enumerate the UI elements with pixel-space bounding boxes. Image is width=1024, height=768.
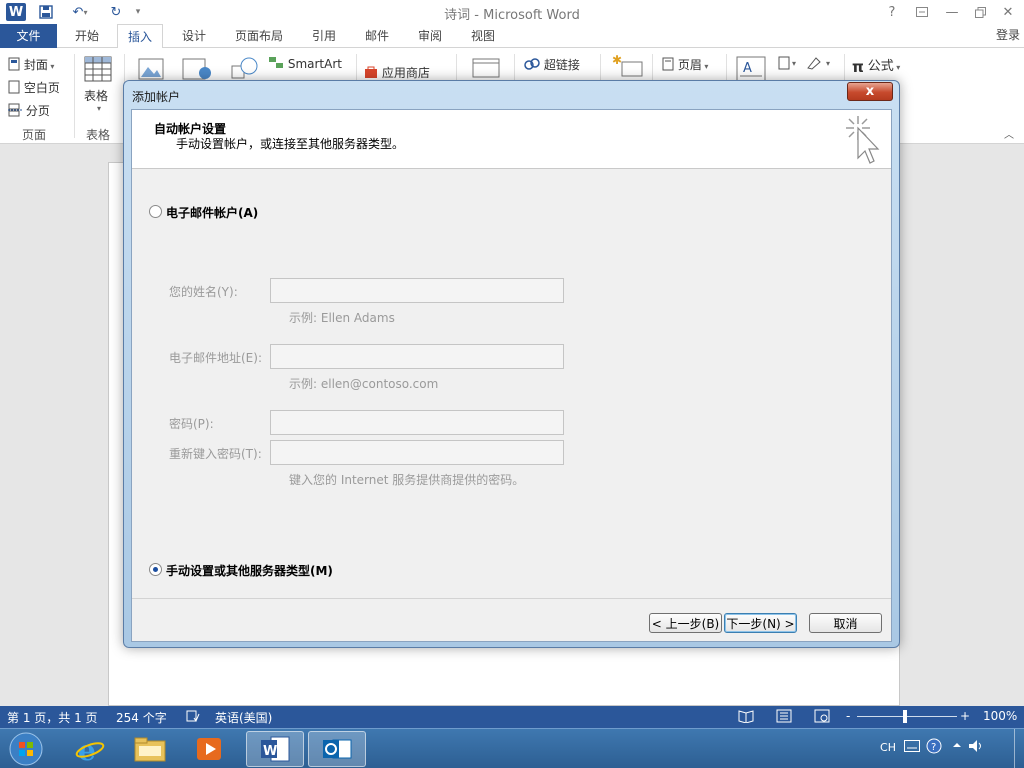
- word-count[interactable]: 254 个字: [116, 709, 167, 726]
- page-break-button[interactable]: 分页: [8, 102, 50, 120]
- language-indicator[interactable]: 英语(美国): [215, 709, 272, 726]
- page-count[interactable]: 第 1 页，共 1 页: [7, 709, 98, 726]
- svg-text:▾: ▾: [792, 59, 796, 68]
- smartart-icon: [268, 56, 284, 73]
- signature-line-icon[interactable]: ▾: [806, 56, 836, 73]
- cancel-button[interactable]: 取消: [809, 613, 882, 633]
- pages-group-label: 页面: [22, 128, 47, 142]
- print-layout-icon[interactable]: [776, 709, 792, 726]
- help-button[interactable]: ?: [880, 2, 904, 22]
- shapes-icon[interactable]: [230, 56, 260, 83]
- dialog-header: 自动帐户设置 手动设置帐户，或连接至其他服务器类型。: [132, 110, 891, 169]
- taskbar-word-icon[interactable]: W: [246, 731, 304, 767]
- cover-page-icon: [8, 57, 20, 74]
- smartart-button[interactable]: SmartArt: [268, 56, 342, 73]
- dialog-title: 添加帐户: [132, 90, 181, 104]
- title-bar: W ↶ ▾ ↻ ▾ 诗词 - Microsoft Word ? — ✕: [0, 0, 1024, 24]
- email-address-input[interactable]: [270, 344, 564, 369]
- read-mode-icon[interactable]: [738, 709, 754, 726]
- hyperlink-button[interactable]: 超链接: [524, 56, 580, 74]
- tab-file[interactable]: 文件: [0, 24, 57, 48]
- proofing-icon[interactable]: [186, 709, 200, 726]
- svg-text:W: W: [263, 744, 277, 759]
- start-button-icon[interactable]: [4, 731, 48, 767]
- tab-design[interactable]: 设计: [172, 24, 216, 48]
- blank-page-button[interactable]: 空白页: [8, 79, 60, 97]
- media-player-icon[interactable]: [188, 731, 232, 767]
- web-layout-icon[interactable]: [814, 709, 830, 726]
- svg-text:A: A: [743, 61, 752, 76]
- cover-page-button[interactable]: 封面 ▾: [8, 56, 54, 74]
- quick-parts-icon[interactable]: ▾: [778, 56, 802, 73]
- back-button[interactable]: < 上一步(B): [649, 613, 722, 633]
- email-hint: 示例: ellen@contoso.com: [289, 377, 439, 391]
- zoom-level[interactable]: 100%: [983, 709, 1017, 723]
- page-break-icon: [8, 103, 22, 120]
- zoom-in-button[interactable]: +: [960, 709, 970, 723]
- tab-references[interactable]: 引用: [302, 24, 346, 48]
- zoom-out-button[interactable]: -: [846, 709, 850, 723]
- table-icon: [84, 56, 112, 85]
- email-address-label: 电子邮件地址(E):: [169, 351, 262, 365]
- zoom-slider-thumb[interactable]: [903, 710, 907, 723]
- collapse-ribbon-icon[interactable]: ︿: [1004, 126, 1014, 141]
- add-account-dialog: 添加帐户 x 自动帐户设置 手动设置帐户，或连接至其他服务器类型。 电子邮件帐户: [123, 80, 900, 648]
- hyperlink-icon: [524, 57, 540, 74]
- button-separator: [132, 598, 891, 599]
- tab-review[interactable]: 审阅: [408, 24, 452, 48]
- equation-button[interactable]: π 公式 ▾: [852, 55, 900, 76]
- keyboard-icon[interactable]: [904, 740, 920, 755]
- manual-setup-radio[interactable]: [149, 563, 162, 576]
- svg-text:✱: ✱: [612, 54, 622, 67]
- header-subtitle: 手动设置帐户，或连接至其他服务器类型。: [176, 137, 405, 151]
- minimize-icon[interactable]: —: [940, 2, 964, 22]
- table-button[interactable]: 表格 ▾: [84, 56, 114, 113]
- svg-text:▾: ▾: [826, 59, 830, 68]
- email-account-radio[interactable]: [149, 205, 162, 218]
- manual-setup-label[interactable]: 手动设置或其他服务器类型(M): [166, 562, 333, 579]
- zoom-slider-track[interactable]: [857, 716, 957, 717]
- cursor-sparkle-icon: [844, 114, 884, 169]
- password-label: 密码(P):: [169, 417, 214, 431]
- taskbar: e W CH ?: [0, 728, 1024, 768]
- file-explorer-icon[interactable]: [128, 731, 172, 767]
- tab-mailings[interactable]: 邮件: [355, 24, 399, 48]
- tab-page-layout[interactable]: 页面布局: [226, 24, 292, 48]
- name-hint: 示例: Ellen Adams: [289, 311, 395, 325]
- restore-icon[interactable]: [968, 2, 992, 22]
- email-account-label[interactable]: 电子邮件帐户(A): [166, 204, 258, 221]
- name-input[interactable]: [270, 278, 564, 303]
- comment-icon[interactable]: ✱: [612, 53, 644, 83]
- volume-icon[interactable]: [968, 739, 984, 756]
- password-input[interactable]: [270, 410, 564, 435]
- dialog-close-button[interactable]: x: [847, 82, 893, 101]
- password-hint: 键入您的 Internet 服务提供商提供的密码。: [289, 473, 525, 487]
- chevron-up-icon[interactable]: [952, 740, 962, 753]
- next-button[interactable]: 下一步(N) >: [724, 613, 797, 633]
- pi-icon: π: [852, 57, 864, 76]
- close-window-icon[interactable]: ✕: [996, 2, 1020, 22]
- window-title: 诗词 - Microsoft Word: [444, 8, 580, 23]
- svg-text:?: ?: [931, 742, 936, 753]
- retype-password-label: 重新键入密码(T):: [169, 447, 262, 461]
- dialog-content: 自动帐户设置 手动设置帐户，或连接至其他服务器类型。 电子邮件帐户(A) 您的姓…: [131, 109, 892, 642]
- tab-insert[interactable]: 插入: [117, 24, 163, 49]
- blank-page-icon: [8, 80, 20, 97]
- taskbar-outlook-icon[interactable]: [308, 731, 366, 767]
- tab-home[interactable]: 开始: [65, 24, 109, 48]
- help-tray-icon[interactable]: ?: [926, 738, 942, 757]
- internet-explorer-icon[interactable]: e: [68, 731, 112, 767]
- input-language[interactable]: CH: [880, 741, 896, 754]
- header-button[interactable]: 页眉 ▾: [662, 56, 708, 74]
- tables-group-label: 表格: [86, 128, 111, 142]
- retype-password-input[interactable]: [270, 440, 564, 465]
- ribbon-tabs: 文件 开始 插入 设计 页面布局 引用 邮件 审阅 视图 登录: [0, 24, 1024, 49]
- ribbon-display-options-icon[interactable]: [910, 2, 934, 22]
- tab-view[interactable]: 视图: [461, 24, 505, 48]
- sign-in-link[interactable]: 登录: [996, 26, 1020, 43]
- show-desktop-button[interactable]: [1014, 729, 1024, 768]
- status-bar: 第 1 页，共 1 页 254 个字 英语(美国) - + 100%: [0, 706, 1024, 728]
- header-icon: [662, 57, 674, 74]
- name-label: 您的姓名(Y):: [169, 285, 238, 299]
